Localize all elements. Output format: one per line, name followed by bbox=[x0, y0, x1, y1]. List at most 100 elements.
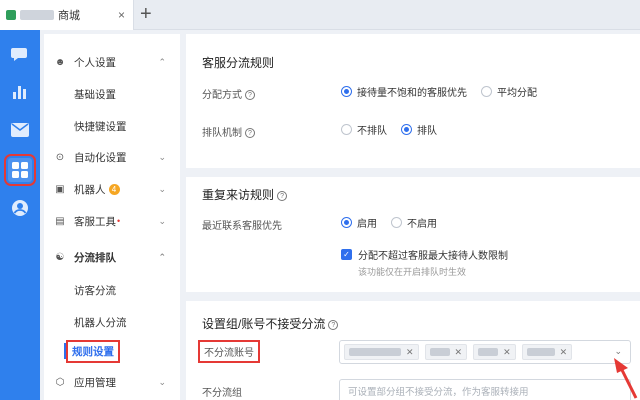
radio-enable[interactable]: 启用 bbox=[341, 215, 377, 230]
user-icon: ☻ bbox=[54, 56, 66, 68]
radio-disable[interactable]: 不启用 bbox=[391, 215, 437, 230]
sidebar-item-apps[interactable]: ⬡ 应用管理 ⌄ bbox=[44, 366, 180, 398]
radio-icon bbox=[481, 86, 492, 97]
sidebar-item-basic[interactable]: 基础设置 bbox=[44, 78, 180, 110]
account-tag: ✕ bbox=[521, 344, 573, 360]
icon-rail bbox=[0, 30, 40, 400]
chevron-down-icon: ⌄ bbox=[158, 151, 166, 162]
label-text: 分配方式 bbox=[202, 90, 242, 101]
radio-icon bbox=[391, 217, 402, 228]
sidebar-item-label: 分流排队 bbox=[74, 251, 116, 264]
blurred-account bbox=[526, 348, 555, 356]
active-indicator bbox=[64, 343, 66, 359]
recent-agent-label: 最近联系客服优先 bbox=[202, 221, 282, 232]
option-label: 不启用 bbox=[407, 219, 437, 230]
radio-icon bbox=[341, 86, 352, 97]
org-icon: ☯ bbox=[55, 251, 65, 263]
section-title-routing: 客服分流规则 bbox=[202, 56, 275, 70]
section-title-repeat-visit: 重复来访规则? bbox=[202, 186, 288, 203]
sidebar-item-robot-routing[interactable]: 机器人分流 bbox=[44, 306, 180, 338]
limit-checkbox[interactable]: ✓ 分配不超过客服最大接待人数限制 bbox=[341, 247, 508, 262]
count-badge: 4 bbox=[108, 183, 120, 195]
sidebar-item-shortcuts[interactable]: 快捷键设置 bbox=[44, 110, 180, 142]
limit-hint: 该功能仅在开启排队时生效 bbox=[358, 267, 467, 277]
radio-average[interactable]: 平均分配 bbox=[481, 84, 537, 99]
sidebar-item-label: 机器人分流 bbox=[74, 316, 127, 329]
robot-icon: ▣ bbox=[55, 183, 65, 195]
sidebar-item-label: 应用管理 bbox=[74, 376, 116, 389]
agent-icon[interactable] bbox=[8, 196, 32, 220]
chat-icon[interactable] bbox=[8, 42, 32, 66]
apps-grid-icon[interactable] bbox=[4, 154, 36, 186]
radio-icon bbox=[341, 124, 352, 135]
radio-no-queue[interactable]: 不排队 bbox=[341, 122, 387, 137]
option-label: 不排队 bbox=[357, 126, 387, 137]
exclude-group-select[interactable]: 可设置部分组不接受分流，作为客服转接用 bbox=[339, 379, 631, 400]
chevron-down-icon: ⌄ bbox=[158, 376, 166, 387]
option-label: 排队 bbox=[417, 126, 437, 137]
sidebar-item-label: 客服工具 bbox=[74, 215, 116, 228]
sidebar-item-label: 机器人 bbox=[74, 183, 106, 196]
sidebar-item-robot[interactable]: ▣ 机器人 4 ⌄ bbox=[44, 173, 180, 205]
title-text: 设置组/账号不接受分流 bbox=[202, 317, 326, 331]
radio-icon bbox=[341, 217, 352, 228]
new-dot: • bbox=[117, 216, 121, 226]
radio-queue[interactable]: 排队 bbox=[401, 122, 437, 137]
sidebar-item-automation[interactable]: ⊙ 自动化设置 ⌄ bbox=[44, 141, 180, 173]
settings-sidebar: ☻ 个人设置 ⌃ 基础设置 快捷键设置 ⊙ 自动化设置 ⌄ ▣ 机器人 4 ⌄ … bbox=[44, 34, 180, 400]
help-icon[interactable]: ? bbox=[277, 190, 288, 201]
blurred-account bbox=[349, 348, 401, 356]
option-label: 平均分配 bbox=[497, 88, 537, 99]
sidebar-item-label: 规则设置 bbox=[66, 339, 120, 363]
account-tag: ✕ bbox=[473, 344, 516, 360]
exclude-account-label: 不分流账号 bbox=[198, 340, 260, 363]
toolbox-icon: ▤ bbox=[55, 215, 65, 227]
radio-unsaturated-first[interactable]: 接待量不饱和的客服优先 bbox=[341, 84, 467, 99]
section-divider bbox=[186, 292, 640, 301]
close-icon[interactable]: ✕ bbox=[455, 347, 463, 358]
radio-icon bbox=[401, 124, 412, 135]
app-logo-icon bbox=[6, 10, 16, 20]
tab-title: 商城 bbox=[58, 10, 80, 22]
sidebar-item-personal[interactable]: ☻ 个人设置 ⌃ bbox=[44, 46, 180, 78]
group-placeholder: 可设置部分组不接受分流，作为客服转接用 bbox=[348, 387, 529, 398]
sidebar-item-tools[interactable]: ▤ 客服工具 • ⌄ bbox=[44, 205, 180, 237]
assign-method-label: 分配方式? bbox=[202, 86, 255, 101]
close-icon[interactable]: ✕ bbox=[406, 347, 414, 358]
chart-icon[interactable] bbox=[8, 80, 32, 104]
blurred-account bbox=[478, 348, 499, 356]
sidebar-item-visitor-routing[interactable]: 访客分流 bbox=[44, 274, 180, 306]
mail-icon[interactable] bbox=[8, 118, 32, 142]
account-tag: ✕ bbox=[344, 344, 419, 360]
headset-icon: ⊙ bbox=[55, 151, 65, 163]
recent-agent-radios: 启用 不启用 bbox=[341, 215, 451, 230]
queue-radios: 不排队 排队 bbox=[341, 122, 451, 137]
sidebar-item-routing[interactable]: ☯ 分流排队 ⌃ bbox=[44, 241, 180, 273]
section-divider bbox=[186, 168, 640, 177]
help-icon[interactable]: ? bbox=[245, 90, 255, 101]
add-tab-button[interactable]: + bbox=[140, 3, 152, 25]
blurred-shop-name bbox=[20, 10, 54, 20]
tab-shop[interactable]: 商城 × bbox=[0, 0, 134, 30]
exclude-group-label: 不分流组 bbox=[202, 388, 242, 399]
tab-bar: 商城 × + bbox=[0, 0, 640, 30]
close-icon[interactable]: ✕ bbox=[560, 347, 568, 358]
blurred-account bbox=[429, 348, 450, 356]
sidebar-item-label: 自动化设置 bbox=[74, 151, 127, 164]
cube-icon: ⬡ bbox=[55, 376, 65, 388]
sidebar-item-label: 基础设置 bbox=[74, 88, 116, 101]
exclude-account-select[interactable]: ✕ ✕ ✕ ✕ ⌄ bbox=[339, 340, 631, 364]
title-text: 重复来访规则 bbox=[202, 188, 275, 202]
help-icon[interactable]: ? bbox=[245, 128, 255, 139]
label-text: 排队机制 bbox=[202, 128, 242, 139]
checkbox-label: 分配不超过客服最大接待人数限制 bbox=[358, 251, 508, 262]
help-icon[interactable]: ? bbox=[328, 319, 339, 330]
close-icon[interactable]: ✕ bbox=[503, 347, 511, 358]
sidebar-item-label: 个人设置 bbox=[74, 56, 116, 69]
option-label: 启用 bbox=[357, 219, 377, 230]
chevron-up-icon: ⌃ bbox=[158, 251, 166, 262]
close-icon[interactable]: × bbox=[118, 8, 125, 22]
sidebar-item-rules[interactable]: 规则设置 bbox=[44, 335, 180, 367]
chevron-down-icon: ⌄ bbox=[158, 183, 166, 194]
main-panel: 客服分流规则 分配方式? 接待量不饱和的客服优先 平均分配 排队机制? 不排队 … bbox=[186, 34, 640, 400]
